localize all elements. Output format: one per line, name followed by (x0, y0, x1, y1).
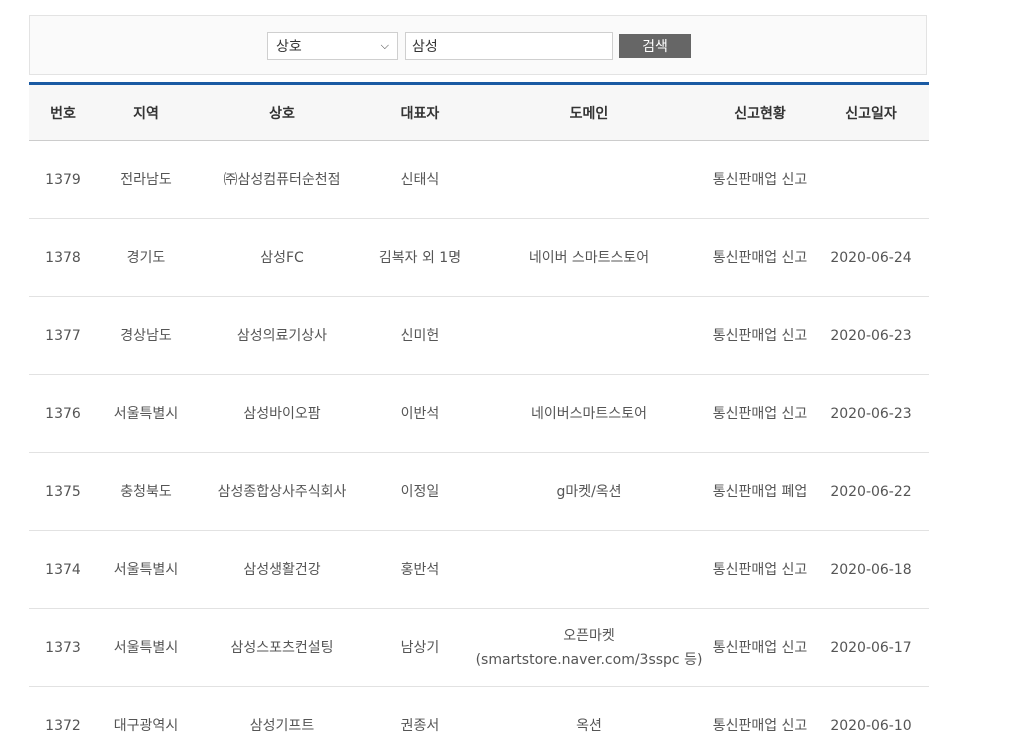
cell-report-status: 통신판매업 신고 (712, 639, 808, 656)
cell-report-status: 통신판매업 폐업 (712, 483, 808, 500)
cell-representative: 홍반석 (400, 561, 440, 578)
cell-region: 경상남도 (120, 327, 172, 344)
cell-domain (471, 531, 707, 609)
cell-region: 서울특별시 (113, 405, 179, 422)
table-header-row: 번호 지역 상호 대표자 도메인 신고현황 신고일자 (29, 83, 929, 141)
cell-domain: 옥션 (576, 717, 602, 734)
search-panel: 상호 ⌵ 검색 (29, 15, 927, 75)
cell-representative: 이정일 (400, 483, 440, 500)
search-field-selected-label: 상호 (276, 39, 302, 55)
cell-report-status: 통신판매업 신고 (712, 171, 808, 188)
table-row[interactable]: 1379 전라남도 ㈜삼성컴퓨터순천점 신태식 통신판매업 신고 (29, 141, 929, 219)
table-row[interactable]: 1374 서울특별시 삼성생활건강 홍반석 통신판매업 신고 2020-06-1… (29, 531, 929, 609)
cell-report-status: 통신판매업 신고 (712, 249, 808, 266)
cell-domain: 네이버스마트스토어 (531, 405, 647, 422)
search-button[interactable]: 검색 (619, 34, 691, 58)
cell-report-date: 2020-06-17 (830, 639, 912, 656)
cell-region: 서울특별시 (113, 561, 179, 578)
page: 상호 ⌵ 검색 번호 지역 상호 대표자 도메인 (0, 0, 1011, 743)
cell-report-date: 2020-06-23 (830, 405, 912, 422)
cell-representative: 권종서 (400, 717, 440, 734)
table-row[interactable]: 1378 경기도 삼성FC 김복자 외 1명 네이버 스마트스토어 통신판매업 … (29, 219, 929, 297)
cell-report-date: 2020-06-22 (830, 483, 912, 500)
header-domain: 도메인 (569, 105, 609, 122)
cell-number: 1373 (45, 639, 81, 656)
cell-region: 대구광역시 (113, 717, 179, 734)
cell-business-name: 삼성스포츠컨설팅 (230, 639, 334, 656)
cell-domain (471, 141, 707, 219)
results-table-wrap: 번호 지역 상호 대표자 도메인 신고현황 신고일자 1379 전라남도 ㈜삼성… (29, 82, 929, 743)
cell-domain: 오픈마켓 (smartstore.naver.com/3sspc 등) (475, 627, 703, 668)
cell-number: 1375 (45, 483, 81, 500)
cell-report-date: 2020-06-10 (830, 717, 912, 734)
search-input[interactable] (405, 32, 613, 60)
cell-domain: g마켓/옥션 (556, 483, 622, 500)
cell-report-status: 통신판매업 신고 (712, 561, 808, 578)
header-region: 지역 (133, 105, 159, 122)
cell-domain: 네이버 스마트스토어 (528, 249, 650, 266)
cell-representative: 신태식 (400, 171, 440, 188)
cell-report-status: 통신판매업 신고 (712, 405, 808, 422)
cell-representative: 신미헌 (400, 327, 440, 344)
cell-representative: 김복자 외 1명 (378, 249, 462, 266)
header-number: 번호 (50, 105, 76, 122)
cell-number: 1376 (45, 405, 81, 422)
cell-region: 전라남도 (120, 171, 172, 188)
cell-number: 1379 (45, 171, 81, 188)
cell-domain (471, 297, 707, 375)
cell-report-status: 통신판매업 신고 (712, 327, 808, 344)
header-business-name: 상호 (269, 105, 295, 122)
cell-business-name: 삼성생활건강 (243, 561, 321, 578)
table-row[interactable]: 1377 경상남도 삼성의료기상사 신미헌 통신판매업 신고 2020-06-2… (29, 297, 929, 375)
cell-report-date: 2020-06-24 (830, 249, 912, 266)
cell-business-name: 삼성기프트 (249, 717, 315, 734)
cell-report-date (813, 141, 929, 219)
cell-business-name: 삼성바이오팜 (243, 405, 321, 422)
cell-business-name: 삼성FC (260, 249, 304, 266)
cell-number: 1374 (45, 561, 81, 578)
search-field-select[interactable]: 상호 ⌵ (267, 32, 398, 60)
cell-number: 1372 (45, 717, 81, 734)
table-row[interactable]: 1375 충청북도 삼성종합상사주식회사 이정일 g마켓/옥션 통신판매업 폐업… (29, 453, 929, 531)
cell-representative: 남상기 (400, 639, 440, 656)
cell-number: 1377 (45, 327, 81, 344)
cell-report-date: 2020-06-23 (830, 327, 912, 344)
table-row[interactable]: 1372 대구광역시 삼성기프트 권종서 옥션 통신판매업 신고 2020-06… (29, 687, 929, 743)
cell-report-status: 통신판매업 신고 (712, 717, 808, 734)
cell-region: 경기도 (126, 249, 166, 266)
cell-business-name: ㈜삼성컴퓨터순천점 (223, 171, 341, 188)
header-report-status: 신고현황 (734, 105, 786, 122)
cell-number: 1378 (45, 249, 81, 266)
table-row[interactable]: 1376 서울특별시 삼성바이오팜 이반석 네이버스마트스토어 통신판매업 신고… (29, 375, 929, 453)
table-row[interactable]: 1373 서울특별시 삼성스포츠컨설팅 남상기 오픈마켓 (smartstore… (29, 609, 929, 687)
cell-region: 충청북도 (120, 483, 172, 500)
results-table: 번호 지역 상호 대표자 도메인 신고현황 신고일자 1379 전라남도 ㈜삼성… (29, 82, 929, 743)
cell-representative: 이반석 (400, 405, 440, 422)
cell-business-name: 삼성의료기상사 (236, 327, 328, 344)
cell-business-name: 삼성종합상사주식회사 (217, 483, 347, 500)
header-representative: 대표자 (400, 105, 440, 122)
cell-region: 서울특별시 (113, 639, 179, 656)
cell-report-date: 2020-06-18 (830, 561, 912, 578)
chevron-down-icon: ⌵ (380, 39, 389, 52)
header-report-date: 신고일자 (845, 105, 897, 122)
